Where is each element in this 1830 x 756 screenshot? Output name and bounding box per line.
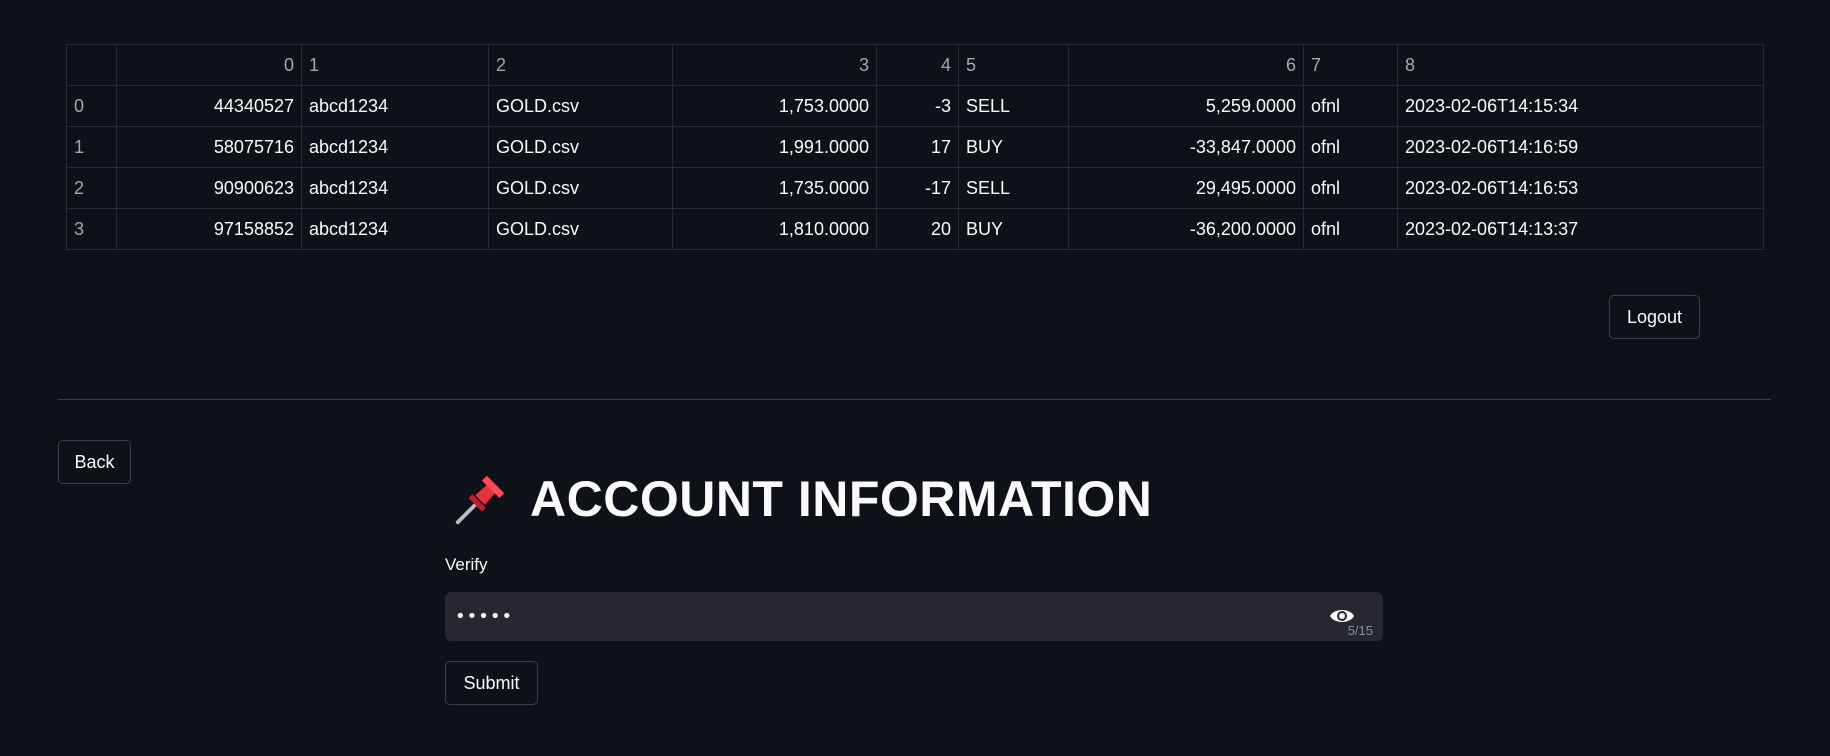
table-cell[interactable]: GOLD.csv (488, 167, 673, 209)
section-divider (58, 399, 1771, 400)
table-cell[interactable]: ofnl (1303, 126, 1398, 168)
table-row: 0 44340527 abcd1234 GOLD.csv 1,753.0000 … (66, 85, 1764, 127)
table-cell[interactable]: SELL (958, 85, 1069, 127)
table-cell[interactable]: 97158852 (116, 208, 302, 250)
dataframe-table: 0 1 2 3 4 5 6 7 8 0 44340527 abcd1234 GO… (66, 44, 1764, 250)
table-cell[interactable]: 2023-02-06T14:13:37 (1397, 208, 1764, 250)
column-header[interactable]: 7 (1303, 44, 1398, 86)
table-cell[interactable]: 2023-02-06T14:16:59 (1397, 126, 1764, 168)
table-cell[interactable]: abcd1234 (301, 208, 489, 250)
page-heading: ACCOUNT INFORMATION (450, 466, 1152, 532)
table-cell[interactable]: 29,495.0000 (1068, 167, 1304, 209)
table-cell[interactable]: 1,753.0000 (672, 85, 877, 127)
table-cell[interactable]: GOLD.csv (488, 208, 673, 250)
column-header[interactable]: 4 (876, 44, 959, 86)
table-cell[interactable]: abcd1234 (301, 167, 489, 209)
table-cell[interactable]: 1,991.0000 (672, 126, 877, 168)
table-cell[interactable]: 2023-02-06T14:15:34 (1397, 85, 1764, 127)
table-cell[interactable]: -17 (876, 167, 959, 209)
table-row: 1 58075716 abcd1234 GOLD.csv 1,991.0000 … (66, 126, 1764, 168)
verify-field: 5/15 (445, 592, 1383, 641)
table-cell[interactable]: 5,259.0000 (1068, 85, 1304, 127)
table-cell[interactable]: SELL (958, 167, 1069, 209)
table-cell[interactable]: -36,200.0000 (1068, 208, 1304, 250)
column-header[interactable]: 6 (1068, 44, 1304, 86)
table-cell[interactable]: 90900623 (116, 167, 302, 209)
table-row: 3 97158852 abcd1234 GOLD.csv 1,810.0000 … (66, 208, 1764, 250)
character-counter: 5/15 (1347, 623, 1373, 638)
table-cell[interactable]: ofnl (1303, 167, 1398, 209)
table-cell[interactable]: GOLD.csv (488, 126, 673, 168)
row-index-cell[interactable]: 0 (66, 85, 117, 127)
table-cell[interactable]: abcd1234 (301, 85, 489, 127)
table-cell[interactable]: 2023-02-06T14:16:53 (1397, 167, 1764, 209)
data-grid: 0 1 2 3 4 5 6 7 8 0 44340527 abcd1234 GO… (66, 44, 1764, 250)
page: 0 1 2 3 4 5 6 7 8 0 44340527 abcd1234 GO… (0, 0, 1830, 756)
column-header[interactable]: 2 (488, 44, 673, 86)
table-cell[interactable]: BUY (958, 208, 1069, 250)
table-cell[interactable]: ofnl (1303, 85, 1398, 127)
row-index-cell[interactable]: 1 (66, 126, 117, 168)
column-header[interactable]: 5 (958, 44, 1069, 86)
logout-button[interactable]: Logout (1609, 295, 1700, 339)
table-cell[interactable]: -33,847.0000 (1068, 126, 1304, 168)
table-cell[interactable]: 20 (876, 208, 959, 250)
column-header[interactable]: 1 (301, 44, 489, 86)
pushpin-icon (455, 475, 505, 525)
verify-password-input[interactable] (445, 592, 1325, 641)
verify-label: Verify (445, 555, 488, 574)
column-header[interactable]: 3 (672, 44, 877, 86)
table-cell[interactable]: 58075716 (116, 126, 302, 168)
row-index-cell[interactable]: 3 (66, 208, 117, 250)
page-title: ACCOUNT INFORMATION (530, 471, 1153, 527)
table-header-row: 0 1 2 3 4 5 6 7 8 (66, 44, 1764, 86)
table-cell[interactable]: 1,735.0000 (672, 167, 877, 209)
back-button[interactable]: Back (58, 440, 131, 484)
table-cell[interactable]: GOLD.csv (488, 85, 673, 127)
table-cell[interactable]: abcd1234 (301, 126, 489, 168)
table-cell[interactable]: 1,810.0000 (672, 208, 877, 250)
table-row: 2 90900623 abcd1234 GOLD.csv 1,735.0000 … (66, 167, 1764, 209)
column-header[interactable]: 0 (116, 44, 302, 86)
column-header-index[interactable] (66, 44, 117, 86)
table-cell[interactable]: 17 (876, 126, 959, 168)
column-header[interactable]: 8 (1397, 44, 1764, 86)
table-cell[interactable]: ofnl (1303, 208, 1398, 250)
submit-button[interactable]: Submit (445, 661, 538, 705)
table-cell[interactable]: 44340527 (116, 85, 302, 127)
row-index-cell[interactable]: 2 (66, 167, 117, 209)
table-cell[interactable]: -3 (876, 85, 959, 127)
table-cell[interactable]: BUY (958, 126, 1069, 168)
